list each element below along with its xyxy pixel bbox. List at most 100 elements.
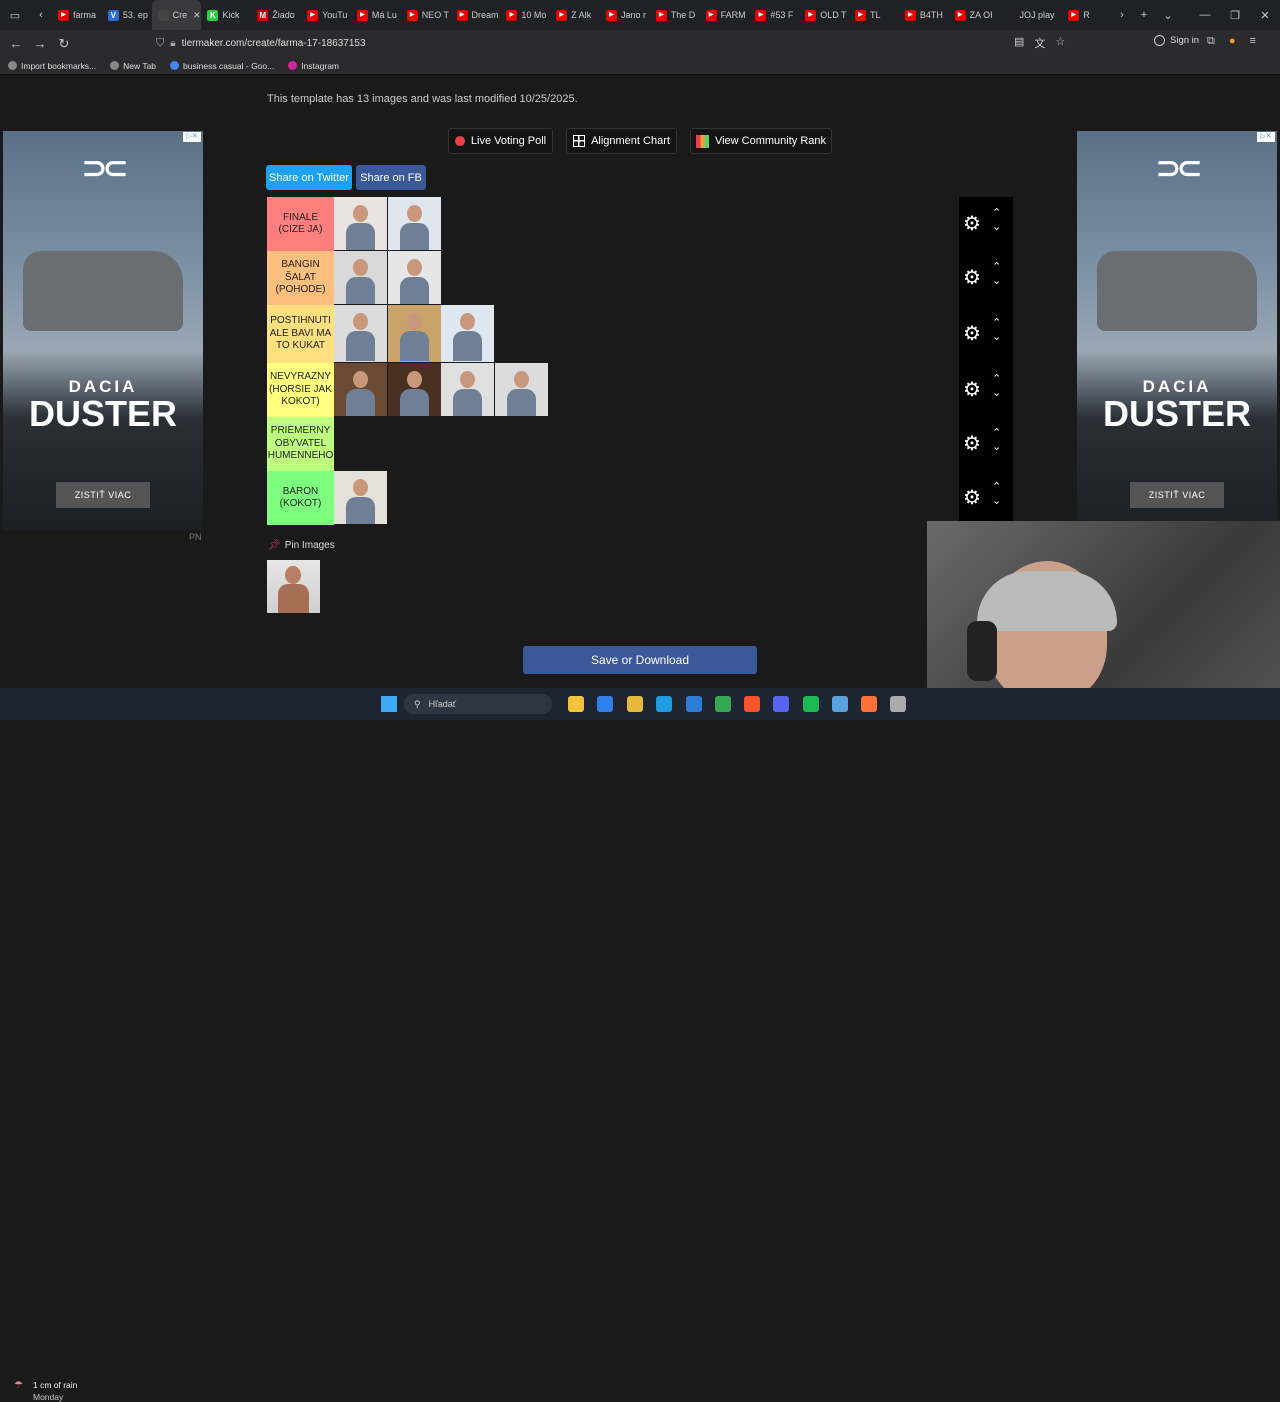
tier-image[interactable]: [334, 363, 387, 416]
menu-icon[interactable]: ≡: [1250, 35, 1256, 48]
gear-icon[interactable]: ⚙: [963, 380, 981, 400]
move-down-icon[interactable]: ⌄: [992, 220, 1001, 233]
tier-label[interactable]: BANGIN ŠALAT (POHODE): [267, 251, 334, 305]
tier-image[interactable]: [387, 197, 441, 250]
favorite-star-icon[interactable]: ☆: [1055, 35, 1065, 51]
ad-cta-button[interactable]: ZISTIŤ VIAC: [56, 482, 150, 508]
discord-icon[interactable]: [773, 696, 789, 712]
tab-3[interactable]: K Kick: [201, 0, 251, 30]
alignment-chart-button[interactable]: Alignment Chart: [566, 128, 677, 154]
tier-label[interactable]: FINALE (CIZE JA): [267, 197, 334, 251]
photos-icon[interactable]: [686, 696, 702, 712]
tab-11[interactable]: ▶ Jano r: [600, 0, 650, 30]
adchoices-icon[interactable]: ▷✕: [183, 132, 201, 142]
ad-cta-button[interactable]: ZISTIŤ VIAC: [1130, 482, 1224, 508]
tab-scroll-right-icon[interactable]: ›: [1112, 0, 1132, 30]
tab-10[interactable]: ▶ Z Alk: [550, 0, 600, 30]
tier-label[interactable]: PRIEMERNY OBYVATEL HUMENNEHO: [267, 417, 334, 471]
tab-15[interactable]: ▶ OLD T: [799, 0, 849, 30]
tier-label[interactable]: NEVYRAZNY (HORSIE JAK KOKOT): [267, 363, 334, 417]
spotify-icon[interactable]: [803, 696, 819, 712]
tier-image[interactable]: [334, 305, 387, 362]
share-twitter-button[interactable]: Share on Twitter: [266, 165, 352, 190]
tier-image[interactable]: [494, 363, 548, 416]
community-rank-button[interactable]: View Community Rank: [690, 128, 832, 154]
tier-label[interactable]: BARON (KOKOT): [267, 471, 334, 525]
tab-1[interactable]: V 53. ep: [102, 0, 152, 30]
move-up-icon[interactable]: ⌃: [992, 426, 1001, 439]
close-tab-icon[interactable]: ✕: [193, 10, 201, 21]
windows-start-icon[interactable]: [381, 696, 397, 712]
tier-image[interactable]: [441, 363, 494, 416]
tab-actions-icon[interactable]: ▭: [0, 0, 30, 30]
tab-17[interactable]: ▶ B4TH: [899, 0, 949, 30]
tab-19[interactable]: JOJ play: [998, 0, 1062, 30]
move-down-icon[interactable]: ⌄: [992, 274, 1001, 287]
weather-icon[interactable]: ☂: [14, 1380, 28, 1392]
tier-label[interactable]: POSTIHNUTI ALE BAVI MA TO KUKAT: [267, 305, 334, 363]
file-explorer-icon[interactable]: [568, 696, 584, 712]
save-download-button[interactable]: Save or Download: [523, 646, 757, 674]
tab-20[interactable]: ▶ R: [1062, 0, 1112, 30]
move-up-icon[interactable]: ⌃: [992, 206, 1001, 219]
live-voting-poll-button[interactable]: Live Voting Poll: [448, 128, 553, 154]
tab-6[interactable]: ▶ Má Lu: [351, 0, 401, 30]
move-down-icon[interactable]: ⌄: [992, 494, 1001, 507]
left-ad[interactable]: ▷✕ ⊃⊂ DACIA DUSTER ZISTIŤ VIAC: [3, 131, 203, 530]
move-down-icon[interactable]: ⌄: [992, 330, 1001, 343]
share-fb-button[interactable]: Share on FB: [356, 165, 426, 190]
gear-icon[interactable]: ⚙: [963, 434, 981, 454]
notepad-icon[interactable]: [832, 696, 848, 712]
tier-image[interactable]: [387, 305, 441, 362]
tab-0[interactable]: ▶ farma: [52, 0, 102, 30]
tab-list-icon[interactable]: ⌄: [1156, 0, 1180, 30]
bookmark-3[interactable]: Instagram: [288, 61, 339, 71]
gear-icon[interactable]: ⚙: [963, 214, 981, 234]
pin-images-toggle[interactable]: 📌︎ Pin Images: [268, 540, 335, 551]
unranked-image[interactable]: [267, 560, 320, 613]
store-icon[interactable]: [597, 696, 613, 712]
tier-image[interactable]: [441, 305, 494, 362]
sign-in-button[interactable]: Sign in: [1154, 35, 1199, 46]
chrome-icon[interactable]: [715, 696, 731, 712]
tab-2[interactable]: Cre ✕: [151, 0, 202, 30]
move-up-icon[interactable]: ⌃: [992, 316, 1001, 329]
close-window-icon[interactable]: ✕: [1250, 0, 1280, 30]
tab-8[interactable]: ▶ Dream: [451, 0, 501, 30]
reader-view-icon[interactable]: ▤: [1014, 35, 1024, 51]
tab-12[interactable]: ▶ The D: [650, 0, 700, 30]
copilot-icon[interactable]: ●: [1229, 35, 1236, 48]
bookmark-0[interactable]: Import bookmarks...: [8, 61, 96, 71]
extensions-icon[interactable]: ⧉: [1207, 35, 1215, 48]
minimize-icon[interactable]: —: [1190, 0, 1220, 30]
tab-7[interactable]: ▶ NEO T: [401, 0, 451, 30]
reload-icon[interactable]: ↻: [52, 32, 76, 56]
tab-5[interactable]: ▶ YouTu: [301, 0, 351, 30]
gear-icon[interactable]: ⚙: [963, 488, 981, 508]
url-text[interactable]: tiermaker.com/create/farma-17-18637153: [182, 38, 366, 49]
gear-icon[interactable]: ⚙: [963, 324, 981, 344]
folder-icon[interactable]: [627, 696, 643, 712]
tab-4[interactable]: M Žiado: [251, 0, 301, 30]
tab-14[interactable]: ▶ #53 F: [749, 0, 799, 30]
bookmark-2[interactable]: business casual - Goo...: [170, 61, 274, 71]
tab-16[interactable]: ▶ TL: [849, 0, 899, 30]
tier-image[interactable]: [334, 197, 387, 250]
brave-icon[interactable]: [744, 696, 760, 712]
translate-icon[interactable]: 文: [1034, 35, 1045, 51]
address-bar[interactable]: ⛉ 🔒︎ tiermaker.com/create/farma-17-18637…: [156, 33, 1072, 54]
lock-icon[interactable]: 🔒︎: [170, 38, 175, 49]
steam-icon[interactable]: [890, 696, 906, 712]
move-down-icon[interactable]: ⌄: [992, 386, 1001, 399]
forward-icon[interactable]: →: [28, 32, 52, 56]
move-up-icon[interactable]: ⌃: [992, 480, 1001, 493]
tier-image[interactable]: [387, 251, 441, 304]
gear-icon[interactable]: ⚙: [963, 268, 981, 288]
move-up-icon[interactable]: ⌃: [992, 372, 1001, 385]
back-icon[interactable]: ←: [4, 32, 28, 56]
new-tab-icon[interactable]: +: [1132, 0, 1156, 30]
tab-13[interactable]: ▶ FARM: [700, 0, 750, 30]
restore-icon[interactable]: ❐: [1220, 0, 1250, 30]
bookmark-1[interactable]: New Tab: [110, 61, 156, 71]
edge-icon[interactable]: [656, 696, 672, 712]
